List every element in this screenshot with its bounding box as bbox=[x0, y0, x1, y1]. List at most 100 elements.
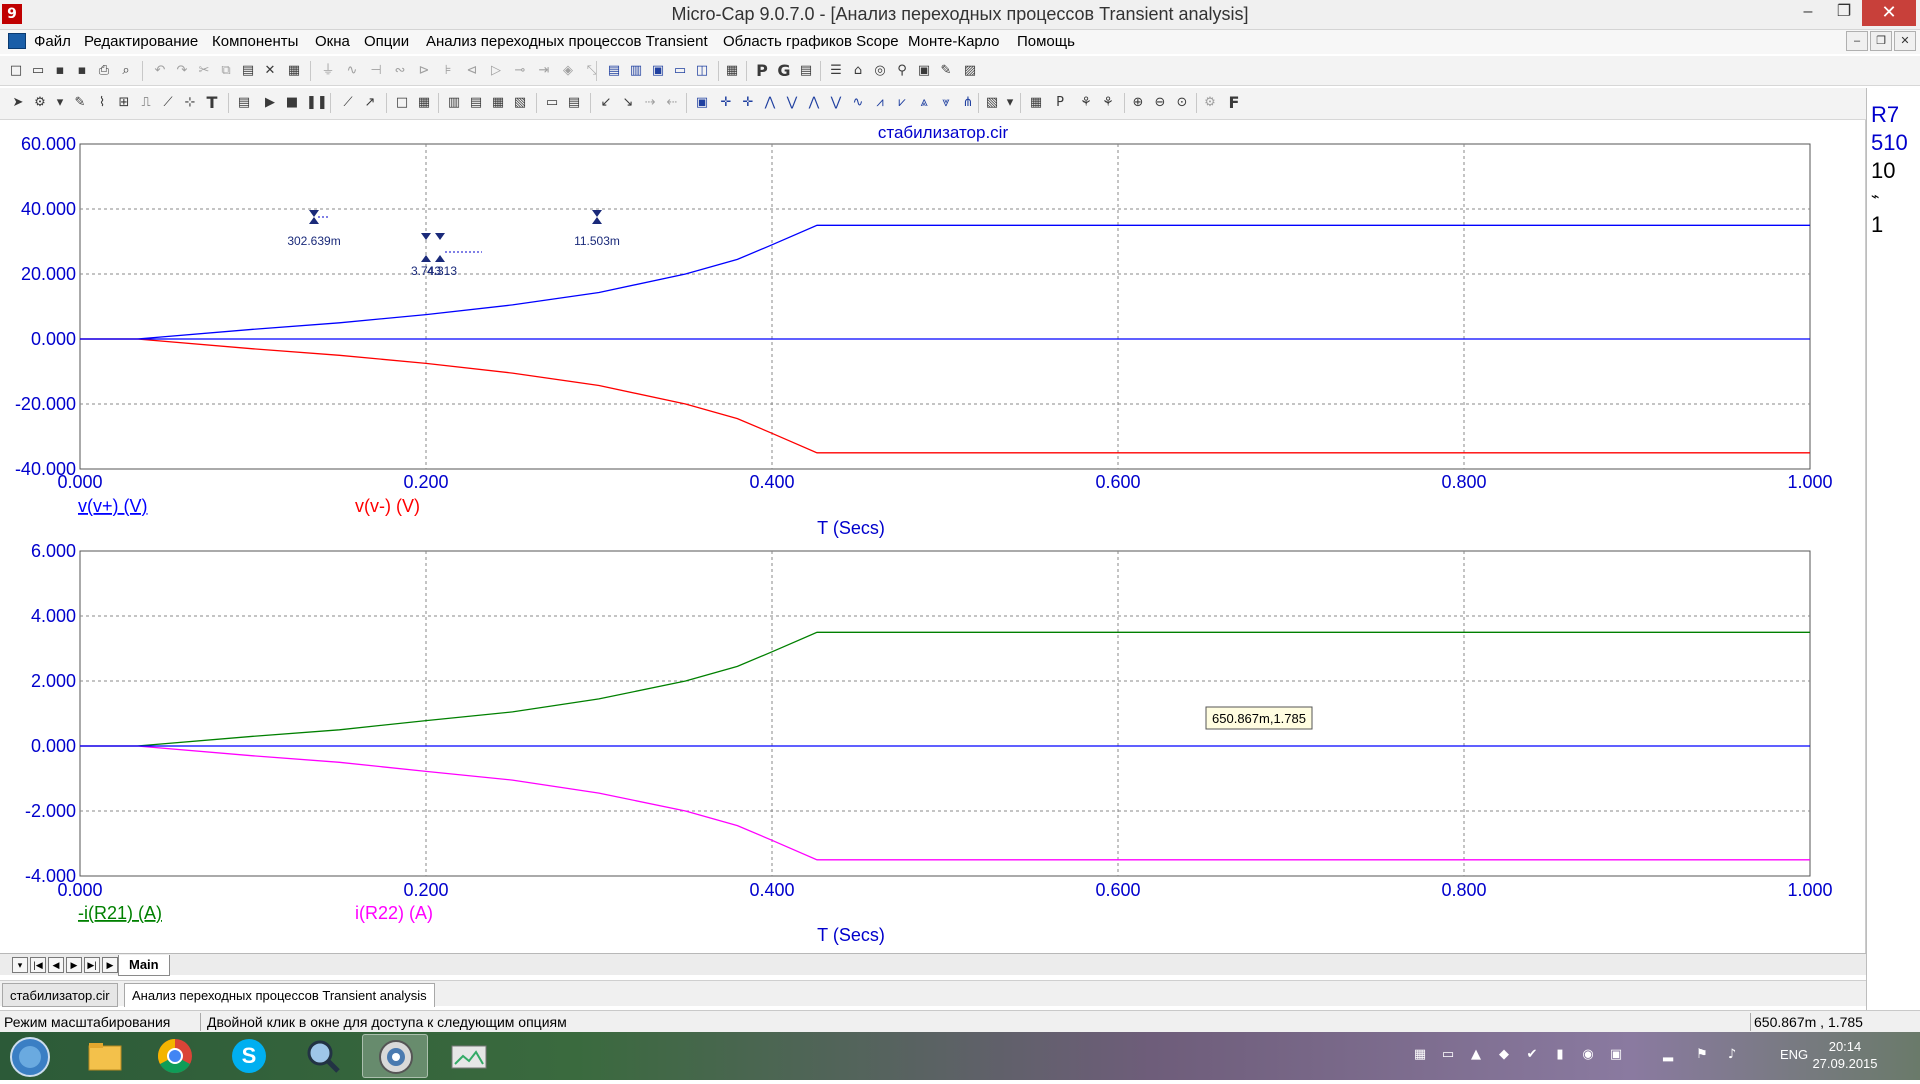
dropdown-arrow-icon[interactable]: ▾ bbox=[52, 95, 68, 111]
pause-icon[interactable]: ❚❚ bbox=[306, 95, 328, 111]
cursor-mode-icon[interactable]: ⇢ bbox=[642, 95, 658, 111]
mdi-close-button[interactable]: ✕ bbox=[1894, 31, 1916, 51]
menu-transient[interactable]: Анализ переходных процессов Transient bbox=[426, 33, 708, 50]
zoom-in-icon[interactable]: ⊕ bbox=[1130, 95, 1146, 111]
cursor-right-icon[interactable]: ↘ bbox=[620, 95, 636, 111]
delete-icon[interactable]: ✕ bbox=[262, 63, 278, 79]
bottom-icon[interactable]: ⩔ bbox=[938, 95, 954, 111]
tab-schematic[interactable]: стабилизатор.cir bbox=[2, 983, 118, 1007]
cursor-left-icon[interactable]: ↙ bbox=[598, 95, 614, 111]
animate-icon[interactable]: ⚘ bbox=[1078, 95, 1094, 111]
global-high-icon[interactable]: ⩘ bbox=[872, 95, 888, 111]
crosshair2-icon[interactable]: ✛ bbox=[740, 95, 756, 111]
tray-flag-icon[interactable]: ⚑ bbox=[1694, 1047, 1710, 1063]
redo-icon[interactable]: ↷ bbox=[174, 63, 190, 79]
document-icon[interactable] bbox=[8, 33, 26, 49]
new-file-icon[interactable]: □ bbox=[8, 63, 24, 79]
g-button[interactable]: G bbox=[776, 63, 792, 79]
save-icon[interactable]: ▪ bbox=[52, 63, 68, 79]
inductor-icon[interactable]: ∾ bbox=[392, 63, 408, 79]
taskbar-image-viewer[interactable] bbox=[436, 1034, 502, 1078]
ground-icon[interactable]: ⏚ bbox=[320, 63, 336, 79]
tray-drive-icon[interactable]: ▲ bbox=[1468, 1047, 1484, 1063]
switch-icon[interactable]: ⊸ bbox=[512, 63, 528, 79]
component-editor-icon[interactable]: ⌂ bbox=[850, 63, 866, 79]
rect-tool-icon[interactable]: □ bbox=[394, 95, 410, 111]
arrow-line-icon[interactable]: ↗ bbox=[362, 95, 378, 111]
diagonal-wire-icon[interactable]: ⤡ bbox=[584, 63, 600, 79]
tray-network-icon[interactable]: ▦ bbox=[1412, 1047, 1428, 1063]
peak-icon[interactable]: ⋀ bbox=[762, 95, 778, 111]
properties-icon[interactable]: ☰ bbox=[828, 63, 844, 79]
capacitor-icon[interactable]: ⊣ bbox=[368, 63, 384, 79]
sheet-tab-main[interactable]: Main bbox=[118, 955, 170, 976]
diode-icon[interactable]: ⊳ bbox=[416, 63, 432, 79]
settings-icon[interactable]: ⚙ bbox=[1202, 95, 1218, 111]
tile-vertical-icon[interactable]: ▥ bbox=[628, 63, 644, 79]
legend-icon[interactable]: ▭ bbox=[544, 95, 560, 111]
menu-windows[interactable]: Окна bbox=[315, 33, 350, 50]
tile-horizontal-icon[interactable]: ▤ bbox=[606, 63, 622, 79]
tray-nvidia-icon[interactable]: ▣ bbox=[1608, 1047, 1624, 1063]
inflection-icon[interactable]: ∿ bbox=[850, 95, 866, 111]
select-all-icon[interactable]: ▦ bbox=[286, 63, 302, 79]
scope-icon[interactable]: ◎ bbox=[872, 63, 888, 79]
nav-first-icon[interactable]: |◀ bbox=[30, 957, 46, 973]
cascade-icon[interactable]: ▣ bbox=[650, 63, 666, 79]
paste-icon[interactable]: ▤ bbox=[240, 63, 256, 79]
analysis-limits-icon[interactable]: ▤ bbox=[236, 95, 252, 111]
report-icon[interactable]: ▨ bbox=[962, 63, 978, 79]
dropdown2-icon[interactable]: ▾ bbox=[1002, 95, 1018, 111]
tokens-icon[interactable]: ▤ bbox=[566, 95, 582, 111]
wire-icon[interactable]: ⇥ bbox=[536, 63, 552, 79]
transient-plot[interactable]: стабилизатор.cir 60.000 40.000 20.000 0.000 -… bbox=[0, 120, 1866, 953]
tray-volume-icon[interactable]: ♪ bbox=[1724, 1047, 1740, 1063]
zoom-out-icon[interactable]: ⊖ bbox=[1152, 95, 1168, 111]
window-list-icon[interactable]: ▭ bbox=[672, 63, 688, 79]
tray-language[interactable]: ENG bbox=[1780, 1047, 1808, 1062]
performance-icon[interactable]: ▧ bbox=[984, 95, 1000, 111]
maximize-button[interactable]: ❐ bbox=[1826, 0, 1862, 26]
p-button[interactable]: P bbox=[754, 63, 770, 79]
top-icon[interactable]: ⩓ bbox=[916, 95, 932, 111]
edit-plot-icon[interactable]: ✎ bbox=[72, 95, 88, 111]
cut-icon[interactable]: ✂ bbox=[196, 63, 212, 79]
menu-monte-carlo[interactable]: Монте-Карло bbox=[908, 33, 1000, 50]
run-icon[interactable]: ▶ bbox=[262, 95, 278, 111]
start-button[interactable] bbox=[0, 1034, 58, 1078]
tray-gpu-icon[interactable]: ◉ bbox=[1580, 1047, 1596, 1063]
taskbar-skype[interactable]: S bbox=[216, 1034, 282, 1078]
layout3-icon[interactable]: ▦ bbox=[490, 95, 506, 111]
waveform-icon[interactable]: ⌇ bbox=[94, 95, 110, 111]
print-preview-icon[interactable]: ⌕ bbox=[118, 63, 134, 79]
monitor-icon[interactable]: ▣ bbox=[916, 63, 932, 79]
save-all-icon[interactable]: ▪ bbox=[74, 63, 90, 79]
nav-end-icon[interactable]: ▶ bbox=[102, 957, 118, 973]
layout4-icon[interactable]: ▧ bbox=[512, 95, 528, 111]
open-file-icon[interactable]: ▭ bbox=[30, 63, 46, 79]
separate-plots-icon[interactable]: ⊞ bbox=[116, 95, 132, 111]
transistor-icon[interactable]: ⊲ bbox=[464, 63, 480, 79]
text-tool-icon[interactable]: T bbox=[204, 95, 220, 111]
tray-clock[interactable]: 20:14 27.09.2015 bbox=[1810, 1038, 1880, 1072]
slope-icon[interactable]: ⟋ bbox=[160, 95, 176, 111]
tray-usb-icon[interactable]: ▮ bbox=[1552, 1047, 1568, 1063]
slider-icon[interactable]: ⌁ bbox=[1871, 188, 1879, 205]
menu-file[interactable]: Файл bbox=[34, 33, 71, 50]
minimize-button[interactable]: – bbox=[1790, 0, 1826, 26]
tray-display-icon[interactable]: ▭ bbox=[1440, 1047, 1456, 1063]
select-arrow-icon[interactable]: ➤ bbox=[10, 95, 26, 111]
mdi-minimize-button[interactable]: – bbox=[1846, 31, 1868, 51]
taskbar-explorer[interactable] bbox=[72, 1034, 138, 1078]
go-to-x-icon[interactable]: ⋔ bbox=[960, 95, 976, 111]
nav-prev-icon[interactable]: ◀ bbox=[48, 957, 64, 973]
nav-next-icon[interactable]: ▶ bbox=[66, 957, 82, 973]
grid-icon[interactable]: ▤ bbox=[798, 63, 814, 79]
variable-icon[interactable]: ✎ bbox=[938, 63, 954, 79]
scope-plot-icon[interactable]: ▣ bbox=[694, 95, 710, 111]
layout2-icon[interactable]: ▤ bbox=[468, 95, 484, 111]
menu-edit[interactable]: Редактирование bbox=[84, 33, 198, 50]
plot-window[interactable]: стабилизатор.cir 60.000 40.000 20.000 0.000 -… bbox=[0, 120, 1866, 953]
calculator-icon[interactable]: ▦ bbox=[724, 63, 740, 79]
taskbar-search-tool[interactable] bbox=[290, 1034, 356, 1078]
